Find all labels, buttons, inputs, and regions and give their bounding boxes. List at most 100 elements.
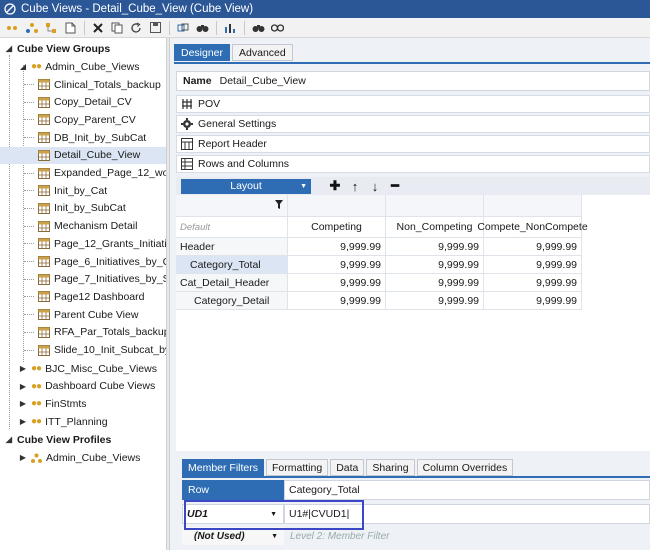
- tree-item-cube-view[interactable]: Detail_Cube_View: [0, 146, 166, 164]
- bottom-tab[interactable]: Data: [330, 459, 365, 476]
- remove-icon[interactable]: ━: [387, 178, 403, 194]
- row-header[interactable]: Cat_Detail_Header: [176, 274, 288, 292]
- row-value[interactable]: Category_Total: [284, 480, 650, 500]
- collapse-icon[interactable]: ◢: [4, 44, 14, 53]
- tree-item-group[interactable]: ▶ ●● FinStmts: [0, 395, 166, 412]
- tree-item-admin-group[interactable]: ◢ ●● Admin_Cube_Views: [0, 58, 166, 75]
- row-header[interactable]: Category_Detail: [176, 292, 288, 310]
- grid-cell[interactable]: 9,999.99: [288, 238, 386, 256]
- profile-icon: [31, 453, 42, 463]
- toolbar-separator: [84, 20, 85, 35]
- expand-icon[interactable]: ▶: [18, 399, 28, 408]
- tree-item-cube-view[interactable]: Parent Cube View: [0, 306, 166, 323]
- grid-cell[interactable]: 9,999.99: [386, 256, 484, 274]
- layout-toolbar: Layout ▼ ✚ ↑ ↓ ━: [176, 177, 650, 195]
- grid-cell[interactable]: 9,999.99: [484, 292, 582, 310]
- tree-profiles-header[interactable]: ◢ Cube View Profiles: [0, 431, 166, 448]
- grid-cell[interactable]: 9,999.99: [386, 292, 484, 310]
- name-value[interactable]: Detail_Cube_View: [220, 75, 306, 87]
- cube-view-icon: [38, 114, 50, 126]
- dots-icon[interactable]: [4, 19, 22, 37]
- cube-view-tree: ◢ Cube View Groups ◢ ●● Admin_Cube_Views…: [0, 38, 166, 550]
- share-icon[interactable]: [23, 19, 41, 37]
- collapse-icon[interactable]: ◢: [4, 435, 14, 444]
- new-icon[interactable]: [61, 19, 79, 37]
- refresh-icon[interactable]: [127, 19, 145, 37]
- tree-item-cube-view[interactable]: DB_Init_by_SubCat: [0, 129, 166, 146]
- tree-item-group[interactable]: ▶ ●● BJC_Misc_Cube_Views: [0, 360, 166, 377]
- tab-designer[interactable]: Designer: [174, 44, 231, 61]
- copy-icon[interactable]: [108, 19, 126, 37]
- grid-cell[interactable]: 9,999.99: [484, 256, 582, 274]
- tree-icon[interactable]: [42, 19, 60, 37]
- tree-item-cube-view[interactable]: Init_by_Cat: [0, 182, 166, 199]
- tree-item-cube-view[interactable]: Slide_10_Init_Subcat_by_Me: [0, 342, 166, 359]
- tree-item-label: Page12 Dashboard: [54, 290, 145, 303]
- tree-item-cube-view[interactable]: Copy_Parent_CV: [0, 111, 166, 128]
- tree-item-label: Init_by_Cat: [54, 184, 108, 197]
- tab-advanced[interactable]: Advanced: [232, 44, 293, 61]
- tree-item-cube-view[interactable]: Page_6_Initiatives_by_Categ: [0, 253, 166, 270]
- tree-item-cube-view[interactable]: Page_7_Initiatives_by_SubCa: [0, 271, 166, 288]
- grid-cell[interactable]: 9,999.99: [288, 256, 386, 274]
- expand-icon[interactable]: ▶: [18, 364, 28, 373]
- row-header[interactable]: Category_Total: [176, 256, 288, 274]
- column-header[interactable]: Non_Competing: [386, 217, 484, 238]
- cube-view-icon: [38, 291, 50, 303]
- toolbar: [0, 18, 650, 38]
- tree-item-profile[interactable]: ▶ Admin_Cube_Views: [0, 449, 166, 466]
- cube-view-icon: [38, 202, 50, 214]
- section-pov[interactable]: POV: [176, 95, 650, 113]
- expand-icon[interactable]: ▶: [18, 382, 28, 391]
- bottom-tab[interactable]: Member Filters: [182, 459, 265, 476]
- arrow-up-icon[interactable]: ↑: [347, 178, 363, 194]
- filter-icon[interactable]: [275, 199, 283, 212]
- chart-icon[interactable]: [221, 19, 239, 37]
- binoculars2-icon[interactable]: [249, 19, 267, 37]
- tree-group-header[interactable]: ◢ Cube View Groups: [0, 40, 166, 57]
- collapse-icon[interactable]: ◢: [18, 62, 28, 71]
- view-icon[interactable]: [268, 19, 286, 37]
- tree-item-cube-view[interactable]: Page12 Dashboard: [0, 288, 166, 305]
- add-icon[interactable]: ✚: [327, 178, 343, 194]
- cube-view-icon: [38, 220, 50, 232]
- tree-item-label: FinStmts: [45, 397, 87, 410]
- arrow-down-icon[interactable]: ↓: [367, 178, 383, 194]
- bottom-tab[interactable]: Column Overrides: [416, 459, 514, 476]
- binoculars-icon[interactable]: [193, 19, 211, 37]
- bottom-tab[interactable]: Formatting: [266, 459, 329, 476]
- tree-item-cube-view[interactable]: Init_by_SubCat: [0, 200, 166, 217]
- grid-cell[interactable]: 9,999.99: [386, 274, 484, 292]
- grid-cell[interactable]: 9,999.99: [484, 274, 582, 292]
- tree-item-label: Detail_Cube_View: [54, 149, 141, 162]
- save-icon[interactable]: [146, 19, 164, 37]
- tree-item-group[interactable]: ▶ ●● ITT_Planning: [0, 413, 166, 430]
- cube-view-icon: [38, 344, 50, 356]
- expand-icon[interactable]: ▶: [18, 417, 28, 426]
- tree-item-cube-view[interactable]: Page_12_Grants_Initiatives_: [0, 235, 166, 252]
- tree-item-group[interactable]: ▶ ●● Dashboard Cube Views: [0, 378, 166, 395]
- column-header[interactable]: Compete_NonCompete: [477, 217, 588, 238]
- row-header[interactable]: Header: [176, 238, 288, 256]
- bottom-tab[interactable]: Sharing: [366, 459, 415, 476]
- tree-item-cube-view[interactable]: Expanded_Page_12_working: [0, 165, 166, 182]
- link-icon[interactable]: [174, 19, 192, 37]
- delete-icon[interactable]: [89, 19, 107, 37]
- column-header[interactable]: Competing: [288, 217, 386, 238]
- rows-columns-icon: [181, 158, 193, 170]
- grid-cell[interactable]: 9,999.99: [288, 292, 386, 310]
- grid-cell[interactable]: 9,999.99: [386, 238, 484, 256]
- tree-item-cube-view[interactable]: Clinical_Totals_backup: [0, 76, 166, 93]
- filter-cell[interactable]: [176, 195, 288, 217]
- tree-item-cube-view[interactable]: Copy_Detail_CV: [0, 94, 166, 111]
- layout-dropdown[interactable]: Layout ▼: [181, 178, 311, 194]
- expand-icon[interactable]: ▶: [18, 453, 28, 462]
- section-report-header[interactable]: Report Header: [176, 135, 650, 153]
- tree-item-cube-view[interactable]: Mechanism Detail: [0, 218, 166, 235]
- grid-cell[interactable]: 9,999.99: [484, 238, 582, 256]
- grid-cell[interactable]: 9,999.99: [288, 274, 386, 292]
- chevron-down-icon: ▼: [271, 532, 278, 540]
- section-rows-columns[interactable]: Rows and Columns: [176, 155, 650, 173]
- tree-item-cube-view[interactable]: RFA_Par_Totals_backup: [0, 324, 166, 341]
- section-general-settings[interactable]: General Settings: [176, 115, 650, 133]
